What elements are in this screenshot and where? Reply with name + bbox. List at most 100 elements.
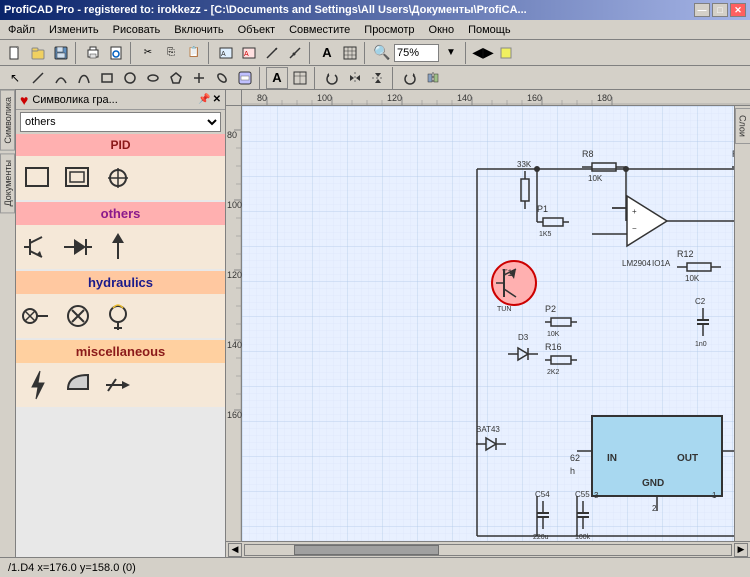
sym-arrow-misc-icon[interactable] bbox=[100, 367, 136, 403]
svg-text:OUT: OUT bbox=[677, 453, 698, 464]
menu-draw[interactable]: Рисовать bbox=[107, 22, 167, 38]
sym-lightning-icon[interactable] bbox=[20, 367, 56, 403]
save-button[interactable] bbox=[50, 42, 72, 64]
circuit-canvas[interactable]: R8 10K + − LM2904 bbox=[242, 106, 734, 541]
scrollbar-thumb[interactable] bbox=[294, 545, 440, 555]
polygon-tool[interactable] bbox=[165, 67, 187, 89]
open-button[interactable] bbox=[27, 42, 49, 64]
menu-help[interactable]: Помощь bbox=[462, 22, 517, 38]
pid-icons bbox=[16, 156, 225, 200]
copy-button[interactable]: ⎘ bbox=[160, 42, 182, 64]
sym-transistor-icon[interactable] bbox=[20, 229, 56, 265]
text-button[interactable]: A bbox=[316, 42, 338, 64]
sym-lamp-icon[interactable] bbox=[100, 298, 136, 334]
sym-valve-icon[interactable] bbox=[20, 298, 56, 334]
sym2-button[interactable]: A bbox=[238, 42, 260, 64]
sym-arrow-up-icon[interactable] bbox=[100, 229, 136, 265]
new-button[interactable] bbox=[4, 42, 26, 64]
bezier-tool[interactable] bbox=[73, 67, 95, 89]
arc-tool[interactable] bbox=[50, 67, 72, 89]
zoom-in-button[interactable]: 🔍 bbox=[371, 42, 393, 64]
sym-crosshair-icon[interactable] bbox=[100, 160, 136, 196]
drawing-toolbar: ↖ A bbox=[0, 66, 750, 90]
fill-tool[interactable] bbox=[234, 67, 256, 89]
hydraulics-icons bbox=[16, 294, 225, 338]
scroll-left-button[interactable]: ◀ bbox=[228, 543, 242, 557]
separator-4 bbox=[309, 42, 313, 64]
mirror-v-tool[interactable] bbox=[367, 67, 389, 89]
select-tool[interactable]: ↖ bbox=[4, 67, 26, 89]
title-text: ProfiCAD Pro - registered to: irokkezz -… bbox=[4, 4, 527, 16]
menu-align[interactable]: Совместите bbox=[283, 22, 356, 38]
nav-button-1[interactable]: ◀▶ bbox=[472, 42, 494, 64]
main-toolbar: ✂ ⎘ 📋 A A A 🔍 75% ▼ ◀▶ bbox=[0, 40, 750, 66]
menu-bar: Файл Изменить Рисовать Включить Объект С… bbox=[0, 20, 750, 40]
svg-text:IN: IN bbox=[607, 453, 617, 464]
text-tool[interactable]: A bbox=[266, 67, 288, 89]
menu-include[interactable]: Включить bbox=[168, 22, 229, 38]
draw-sep-3 bbox=[392, 67, 396, 89]
others-header[interactable]: others bbox=[16, 202, 225, 225]
svg-text:R11: R11 bbox=[732, 149, 734, 159]
sym-circle-x-icon[interactable] bbox=[60, 298, 96, 334]
svg-text:1: 1 bbox=[712, 491, 717, 500]
scroll-right-button[interactable]: ▶ bbox=[734, 543, 748, 557]
documents-tab[interactable]: Документы bbox=[0, 153, 15, 213]
table-button[interactable] bbox=[339, 42, 361, 64]
maximize-button[interactable]: □ bbox=[712, 3, 728, 17]
menu-view[interactable]: Просмотр bbox=[358, 22, 420, 38]
rotate-ccw-tool[interactable] bbox=[321, 67, 343, 89]
preview-button[interactable] bbox=[105, 42, 127, 64]
minimize-button[interactable]: — bbox=[694, 3, 710, 17]
menu-object[interactable]: Объект bbox=[232, 22, 281, 38]
horizontal-scrollbar[interactable]: ◀ ▶ bbox=[226, 541, 750, 557]
scrollbar-track[interactable] bbox=[244, 544, 732, 556]
sym-rect-icon[interactable] bbox=[20, 160, 56, 196]
svg-text:100: 100 bbox=[227, 200, 242, 210]
diamond-tool[interactable] bbox=[211, 67, 233, 89]
line-tool[interactable] bbox=[27, 67, 49, 89]
canvas-area: 80 100 120 140 160 180 bbox=[226, 90, 750, 557]
print-button[interactable] bbox=[82, 42, 104, 64]
svg-text:3: 3 bbox=[594, 491, 599, 500]
svg-text:P1: P1 bbox=[537, 204, 548, 214]
svg-text:A: A bbox=[221, 51, 226, 58]
cross-tool[interactable] bbox=[188, 67, 210, 89]
sym1-button[interactable]: A bbox=[215, 42, 237, 64]
sym-diode-icon[interactable] bbox=[60, 229, 96, 265]
pid-category: PID bbox=[16, 134, 225, 200]
symbols-tab[interactable]: Символика bbox=[0, 90, 15, 151]
rect-tool[interactable] bbox=[96, 67, 118, 89]
sym-rect2-icon[interactable] bbox=[60, 160, 96, 196]
pid-header[interactable]: PID bbox=[16, 134, 225, 156]
sym-dome-icon[interactable] bbox=[60, 367, 96, 403]
panel-pin-icon[interactable]: 📌 bbox=[198, 94, 210, 105]
table-tool[interactable] bbox=[289, 67, 311, 89]
paste-button[interactable]: 📋 bbox=[183, 42, 205, 64]
svg-text:h: h bbox=[570, 466, 575, 476]
zoom-input[interactable]: 75% bbox=[394, 44, 439, 62]
menu-edit[interactable]: Изменить bbox=[43, 22, 105, 38]
rotate-cw-tool[interactable] bbox=[399, 67, 421, 89]
separator-5 bbox=[364, 42, 368, 64]
mirror-h-tool[interactable] bbox=[344, 67, 366, 89]
svg-text:A: A bbox=[244, 51, 249, 58]
panel-close-icon[interactable]: ✕ bbox=[213, 94, 221, 105]
ellipse-tool[interactable] bbox=[142, 67, 164, 89]
sym4-button[interactable] bbox=[284, 42, 306, 64]
menu-window[interactable]: Окно bbox=[423, 22, 461, 38]
flip-tool[interactable] bbox=[422, 67, 444, 89]
layers-tab[interactable]: Слои bbox=[735, 108, 750, 144]
svg-text:1K5: 1K5 bbox=[539, 231, 552, 238]
menu-file[interactable]: Файл bbox=[2, 22, 41, 38]
circle-tool[interactable] bbox=[119, 67, 141, 89]
right-sidebar: Слои bbox=[734, 106, 750, 541]
sym3-button[interactable] bbox=[261, 42, 283, 64]
close-button[interactable]: ✕ bbox=[730, 3, 746, 17]
hydraulics-header[interactable]: hydraulics bbox=[16, 271, 225, 294]
category-dropdown[interactable]: others PID hydraulics miscellaneous bbox=[20, 112, 221, 132]
zoom-dropdown-button[interactable]: ▼ bbox=[440, 42, 462, 64]
cut-button[interactable]: ✂ bbox=[137, 42, 159, 64]
misc-header[interactable]: miscellaneous bbox=[16, 340, 225, 363]
nav-button-2[interactable] bbox=[495, 42, 517, 64]
